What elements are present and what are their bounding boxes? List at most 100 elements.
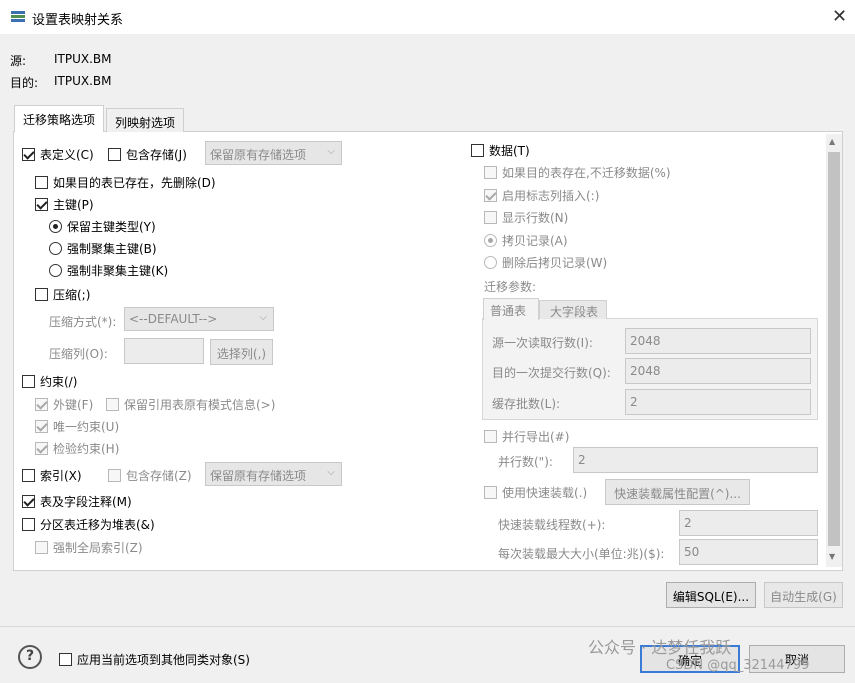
read-rows-field[interactable]: 2048 bbox=[625, 328, 811, 354]
check-constraint-checkbox[interactable] bbox=[35, 442, 48, 455]
apply-all-label: 应用当前选项到其他同类对象(S) bbox=[77, 653, 250, 667]
scroll-up-icon[interactable]: ▲ bbox=[829, 137, 835, 146]
parallel-export-row[interactable]: 并行导出(#) bbox=[484, 428, 569, 445]
unique-row[interactable]: 唯一约束(U) bbox=[35, 418, 119, 435]
fast-load-row[interactable]: 使用快速装载(.) bbox=[484, 484, 587, 501]
fast-load-config-button[interactable]: 快速装载属性配置(^)... bbox=[605, 479, 750, 505]
table-def-row[interactable]: 表定义(C) bbox=[22, 146, 94, 163]
edit-sql-button[interactable]: 编辑SQL(E)... bbox=[666, 582, 756, 608]
storage-option-select[interactable]: 保留原有存储选项 ⌵ bbox=[205, 141, 342, 165]
delete-then-copy-row[interactable]: 删除后拷贝记录(W) bbox=[484, 254, 607, 271]
tab-migration-strategy[interactable]: 迁移策略选项 bbox=[14, 105, 105, 132]
close-icon[interactable]: ✕ bbox=[832, 6, 847, 27]
copy-records-label: 拷贝记录(A) bbox=[502, 234, 568, 248]
force-clustered-row[interactable]: 强制聚集主键(B) bbox=[49, 240, 157, 257]
keep-pk-type-row[interactable]: 保留主键类型(Y) bbox=[49, 218, 156, 235]
constraint-checkbox[interactable] bbox=[22, 375, 35, 388]
table-comment-row[interactable]: 表及字段注释(M) bbox=[22, 493, 132, 510]
help-icon[interactable]: ? bbox=[18, 645, 42, 669]
read-rows-label: 源一次读取行数(I): bbox=[492, 336, 593, 350]
footer-divider bbox=[0, 626, 855, 627]
force-clustered-label: 强制聚集主键(B) bbox=[67, 242, 157, 256]
watermark-text: 公众号 · 达梦任我跃 bbox=[588, 638, 732, 657]
index-include-storage-checkbox[interactable] bbox=[108, 469, 121, 482]
constraint-row[interactable]: 约束(/) bbox=[22, 373, 77, 390]
compress-row[interactable]: 压缩(;) bbox=[35, 286, 90, 303]
window-title: 设置表映射关系 bbox=[32, 13, 124, 28]
scrollbar-thumb[interactable] bbox=[828, 152, 840, 546]
compress-cols-field[interactable] bbox=[124, 338, 204, 364]
force-nonclustered-row[interactable]: 强制非聚集主键(K) bbox=[49, 262, 168, 279]
scroll-down-icon[interactable]: ▼ bbox=[829, 552, 835, 561]
keep-pk-type-radio[interactable] bbox=[49, 220, 62, 233]
keep-ref-schema-checkbox[interactable] bbox=[106, 398, 119, 411]
parallel-export-checkbox[interactable] bbox=[484, 430, 497, 443]
skip-if-exists-row[interactable]: 如果目的表存在,不迁移数据(%) bbox=[484, 164, 671, 181]
force-nonclustered-label: 强制非聚集主键(K) bbox=[67, 264, 169, 278]
batch-field[interactable]: 2 bbox=[625, 389, 811, 415]
index-checkbox[interactable] bbox=[22, 469, 35, 482]
fast-threads-label: 快速装载线程数(+): bbox=[498, 518, 606, 532]
compress-checkbox[interactable] bbox=[35, 288, 48, 301]
keep-ref-schema-row[interactable]: 保留引用表原有模式信息(>) bbox=[106, 396, 275, 413]
primary-key-checkbox[interactable] bbox=[35, 198, 48, 211]
include-storage-checkbox[interactable] bbox=[108, 148, 121, 161]
apply-all-row[interactable]: 应用当前选项到其他同类对象(S) bbox=[59, 651, 250, 668]
primary-key-row[interactable]: 主键(P) bbox=[35, 196, 94, 213]
include-storage-row[interactable]: 包含存储(J) bbox=[108, 146, 187, 163]
compress-method-label: 压缩方式(*): bbox=[49, 315, 117, 329]
compress-label: 压缩(;) bbox=[53, 288, 91, 302]
force-global-index-row[interactable]: 强制全局索引(Z) bbox=[35, 539, 143, 556]
fast-load-checkbox[interactable] bbox=[484, 486, 497, 499]
partition-heap-row[interactable]: 分区表迁移为堆表(&) bbox=[22, 516, 155, 533]
storage-option-value: 保留原有存储选项 bbox=[210, 148, 307, 162]
partition-heap-checkbox[interactable] bbox=[22, 518, 35, 531]
check-constraint-row[interactable]: 检验约束(H) bbox=[35, 440, 119, 457]
drop-if-exists-label: 如果目的表已存在，先删除(D) bbox=[53, 176, 216, 190]
index-row[interactable]: 索引(X) bbox=[22, 467, 82, 484]
commit-rows-field[interactable]: 2048 bbox=[625, 358, 811, 384]
enable-identity-checkbox[interactable] bbox=[484, 189, 497, 202]
batch-label: 缓存批数(L): bbox=[492, 397, 561, 411]
include-storage-label: 包含存储(J) bbox=[126, 148, 187, 162]
auto-generate-button[interactable]: 自动生成(G) bbox=[764, 582, 843, 608]
show-rows-checkbox[interactable] bbox=[484, 211, 497, 224]
foreign-key-row[interactable]: 外键(F) bbox=[35, 396, 93, 413]
tab-lob-table[interactable]: 大字段表 bbox=[539, 300, 607, 319]
copy-records-radio[interactable] bbox=[484, 234, 497, 247]
data-row[interactable]: 数据(T) bbox=[471, 142, 530, 159]
data-checkbox[interactable] bbox=[471, 144, 484, 157]
apply-all-checkbox[interactable] bbox=[59, 653, 72, 666]
max-size-field[interactable]: 50 bbox=[679, 539, 818, 565]
fast-threads-field[interactable]: 2 bbox=[679, 510, 818, 536]
index-include-storage-row[interactable]: 包含存储(Z) bbox=[108, 467, 192, 484]
table-comment-checkbox[interactable] bbox=[22, 495, 35, 508]
target-label: 目的: bbox=[10, 76, 39, 90]
show-rows-row[interactable]: 显示行数(N) bbox=[484, 209, 568, 226]
skip-if-exists-label: 如果目的表存在,不迁移数据(%) bbox=[502, 166, 671, 180]
select-cols-button[interactable]: 选择列(,) bbox=[210, 339, 273, 365]
tab-column-mapping[interactable]: 列映射选项 bbox=[106, 108, 185, 132]
force-nonclustered-radio[interactable] bbox=[49, 264, 62, 277]
unique-checkbox[interactable] bbox=[35, 420, 48, 433]
force-global-index-checkbox[interactable] bbox=[35, 541, 48, 554]
show-rows-label: 显示行数(N) bbox=[502, 211, 569, 225]
compress-method-value: <--DEFAULT--> bbox=[129, 312, 218, 326]
keep-pk-type-label: 保留主键类型(Y) bbox=[67, 220, 156, 234]
parallel-count-field[interactable]: 2 bbox=[573, 447, 818, 473]
copy-records-row[interactable]: 拷贝记录(A) bbox=[484, 232, 568, 249]
table-def-checkbox[interactable] bbox=[22, 148, 35, 161]
data-label: 数据(T) bbox=[489, 144, 530, 158]
index-storage-option-select[interactable]: 保留原有存储选项 ⌵ bbox=[205, 462, 342, 486]
enable-identity-row[interactable]: 启用标志列插入(:) bbox=[484, 187, 599, 204]
drop-if-exists-checkbox[interactable] bbox=[35, 176, 48, 189]
database-icon bbox=[11, 11, 25, 22]
table-def-label: 表定义(C) bbox=[40, 148, 94, 162]
drop-if-exists-row[interactable]: 如果目的表已存在，先删除(D) bbox=[35, 174, 216, 191]
compress-method-select[interactable]: <--DEFAULT--> ⌵ bbox=[124, 307, 274, 331]
delete-then-copy-radio[interactable] bbox=[484, 256, 497, 269]
tab-normal-table[interactable]: 普通表 bbox=[483, 298, 539, 320]
foreign-key-checkbox[interactable] bbox=[35, 398, 48, 411]
skip-if-exists-checkbox[interactable] bbox=[484, 166, 497, 179]
force-clustered-radio[interactable] bbox=[49, 242, 62, 255]
